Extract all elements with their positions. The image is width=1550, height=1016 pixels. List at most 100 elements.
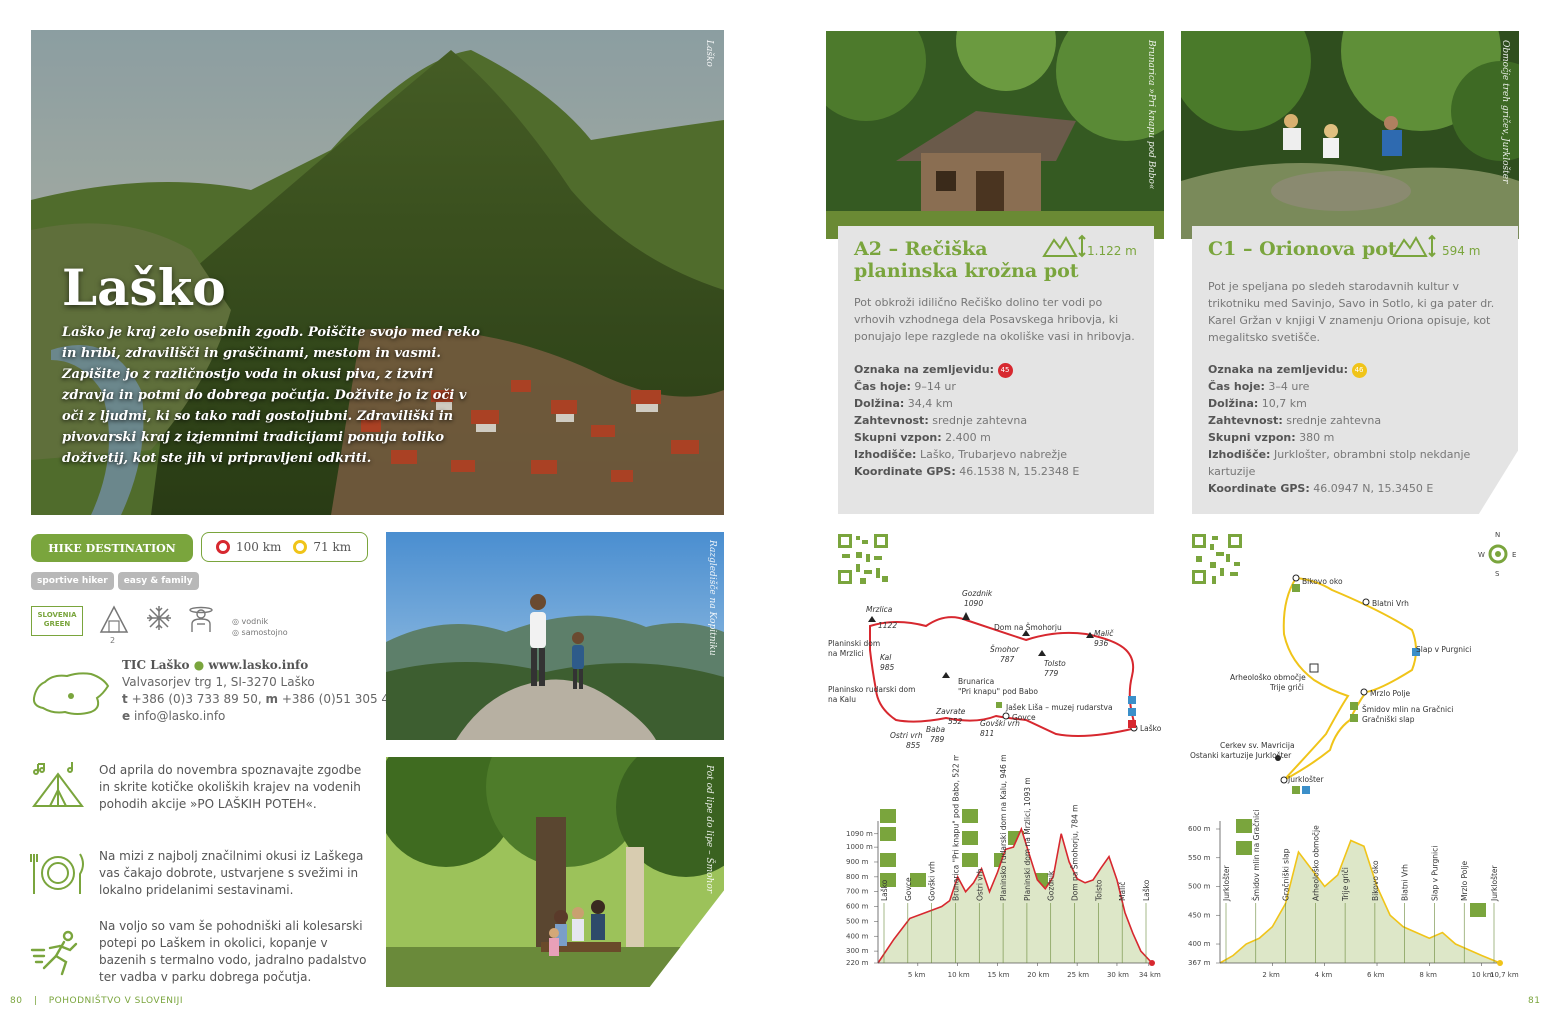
map-a2-dom-mrzlica-1: Planinski dom xyxy=(828,639,880,648)
tag-sportive-hiker[interactable]: sportive hiker xyxy=(31,572,114,590)
point-label: Planinsko rudarski dom na Kalu, 946 m xyxy=(999,755,1008,901)
elevation-area xyxy=(878,829,1152,963)
map-a2-dom-smohor: Dom na Šmohorju xyxy=(994,623,1062,632)
x-tick-label: 5 km xyxy=(908,971,926,979)
website-link[interactable]: www.lasko.info xyxy=(208,658,308,672)
feature-text-3: Na voljo so vam še pohodniški ali kolesa… xyxy=(99,919,367,984)
route-a2-elevation: 1.122 m xyxy=(1087,244,1137,258)
route-c1-spec-1: Dolžina: 10,7 km xyxy=(1208,397,1307,410)
route-a2-spec-1: Dolžina: 34,4 km xyxy=(854,397,953,410)
route-a2-title-2: planinska krožna pot xyxy=(854,260,1079,282)
guide-option-vodnik: ◎ vodnik xyxy=(232,617,269,626)
y-tick-label: 700 m xyxy=(846,888,869,896)
map-c1-smidov-2: Gračniški slap xyxy=(1362,715,1415,724)
distance-badge: 100 km 71 km xyxy=(201,532,368,562)
map-c1-blatni: Blatni Vrh xyxy=(1372,599,1409,608)
point-label: Dom na Šmohorju, 784 m xyxy=(1071,805,1080,901)
point-label: Brunarica "Pri knapu" pod Babo, 522 m xyxy=(951,755,960,901)
tag-easy-family[interactable]: easy & family xyxy=(117,572,199,590)
y-tick-label: 1090 m xyxy=(846,830,873,838)
page-number-left: 80 xyxy=(10,996,23,1006)
tic-name: TIC Laško xyxy=(122,658,190,672)
snowflake-icon xyxy=(145,604,173,636)
y-tick-label: 400 m xyxy=(1188,940,1211,948)
guide-options: ◎ vodnik ◎ samostojno xyxy=(232,616,288,638)
route-c1-spec-2: Zahtevnost: srednje zahtevna xyxy=(1208,414,1382,427)
mountain-elevation-icon xyxy=(1392,234,1436,262)
yellow-circle-icon xyxy=(293,540,308,554)
map-c1-cerkev-1: Cerkev sv. Mavricija xyxy=(1220,741,1295,750)
photo-hikers-kopitnik xyxy=(386,532,724,740)
footer-title: POHODNIŠTVO V SLOVENIJI xyxy=(48,996,183,1006)
point-label: Gračniški slap xyxy=(1282,848,1291,901)
x-tick-label: 10,7 km xyxy=(1490,971,1519,979)
point-label: Šmidov mlin na Gračnici xyxy=(1252,810,1261,901)
photo-credit-kopitnik: Razgledišče na Kopitniku xyxy=(707,540,717,656)
map-a2-malic-h: 936 xyxy=(1094,639,1109,648)
page-number-right: 81 xyxy=(1528,996,1541,1006)
photo-family-linden xyxy=(386,757,724,987)
footer-left: 80 | POHODNIŠTVO V SLOVENIJI xyxy=(10,996,183,1006)
slovenia-green-text: SLOVENIA GREEN xyxy=(37,611,77,628)
svg-text:W: W xyxy=(1478,551,1485,559)
map-a2-tolsto: Tolsto xyxy=(1044,659,1066,668)
hike-destination-button[interactable]: HIKE DESTINATION xyxy=(31,534,193,562)
point-label: Blatni Vrh xyxy=(1401,864,1410,901)
route-c1-spec-5: Koordinate GPS: 46.0947 N, 15.3450 E xyxy=(1208,482,1434,495)
x-tick-label: 10 km xyxy=(948,971,970,979)
tag-list: sportive hiker easy & family xyxy=(31,572,199,590)
y-tick-label: 900 m xyxy=(846,858,869,866)
map-marker-46: 46 xyxy=(1351,362,1367,378)
route-c1-specs: Oznaka na zemljevidu: 46 Čas hoje: 3–4 u… xyxy=(1208,361,1508,497)
route-c1-spec-0: Čas hoje: 3–4 ure xyxy=(1208,380,1310,393)
route-a2-spec-0: Čas hoje: 9–14 ur xyxy=(854,380,956,393)
x-tick-label: 8 km xyxy=(1419,971,1437,979)
route-card-c1: C1 – Orionova pot 594 m Pot je speljana … xyxy=(1192,226,1518,514)
map-a2-malic: Malič xyxy=(1094,629,1114,638)
photo-brunarica xyxy=(826,31,1164,239)
map-a2-brunarica-1: Brunarica xyxy=(958,677,994,686)
y-tick-label: 300 m xyxy=(846,947,869,955)
y-tick-label: 367 m xyxy=(1188,959,1211,967)
mountain-elevation-icon xyxy=(1042,234,1086,262)
email-link[interactable]: info@lasko.info xyxy=(134,709,225,723)
qr-code-a2[interactable] xyxy=(836,532,890,590)
distance-red: 100 km xyxy=(236,540,282,554)
route-a2-spec-5: Koordinate GPS: 46.1538 N, 15.2348 E xyxy=(854,465,1080,478)
phone-number[interactable]: +386 (0)3 733 89 50, xyxy=(132,692,262,706)
route-a2-map-label: Oznaka na zemljevidu: 45 xyxy=(854,361,1150,378)
y-tick-label: 550 m xyxy=(1188,854,1211,862)
map-a2-kal: Kal xyxy=(880,653,892,662)
hut-count: 2 xyxy=(110,636,116,645)
point-label: Mrzlo Polje xyxy=(1460,860,1469,901)
route-c1-description: Pot je speljana po sledeh starodavnih ku… xyxy=(1208,280,1495,344)
map-c1-mrzlo: Mrzlo Polje xyxy=(1370,689,1411,698)
svg-text:S: S xyxy=(1495,570,1500,578)
point-label: Slap v Purgnici xyxy=(1430,846,1439,901)
route-card-a2: A2 – Rečiška planinska krožna pot 1.122 … xyxy=(838,226,1154,514)
end-point xyxy=(1149,960,1155,966)
route-map-a2: Gozdnik 1090 Mrzlica 1122 Planinski dom … xyxy=(826,589,1166,750)
compass-icon: N S W E xyxy=(1478,531,1516,578)
point-label: Trije griči xyxy=(1341,867,1350,902)
y-tick-label: 500 m xyxy=(846,917,869,925)
map-a2-baba: Baba xyxy=(926,725,946,734)
point-label: Jurklošter xyxy=(1222,864,1231,902)
route-c1-map-label: Oznaka na zemljevidu: 46 xyxy=(1208,361,1508,378)
map-a2-jasek: Jašek Liša – muzej rudarstva xyxy=(1005,703,1113,712)
route-a2-spec-3: Skupni vzpon: 2.400 m xyxy=(854,431,991,444)
photo-credit-three-hills: Območje treh gričev, Jurklošter xyxy=(1500,40,1510,184)
x-tick-label: 4 km xyxy=(1315,971,1333,979)
map-a2-baba-h: 789 xyxy=(930,735,945,744)
email-line: e info@lasko.info xyxy=(122,709,226,723)
x-tick-label: 30 km xyxy=(1107,971,1129,979)
map-a2-brunarica-2: "Pri knapu" pod Babo xyxy=(958,687,1038,696)
hero-photo-credit: Laško xyxy=(704,40,714,67)
elevation-profile-c1: 367 m 400 m 450 m 500 m 550 m 600 m 2 km 4 km 6 … xyxy=(1180,755,1525,994)
address: Valvasorjev trg 1, SI-3270 Laško xyxy=(122,675,315,689)
route-a2-spec-2: Zahtevnost: srednje zahtevna xyxy=(854,414,1028,427)
map-a2-tolsto-h: 779 xyxy=(1044,669,1059,678)
map-a2-gozdnik: Gozdnik xyxy=(962,590,993,598)
plate-cutlery-icon xyxy=(30,850,86,900)
map-c1-bikovo: Bikovo oko xyxy=(1302,577,1343,586)
